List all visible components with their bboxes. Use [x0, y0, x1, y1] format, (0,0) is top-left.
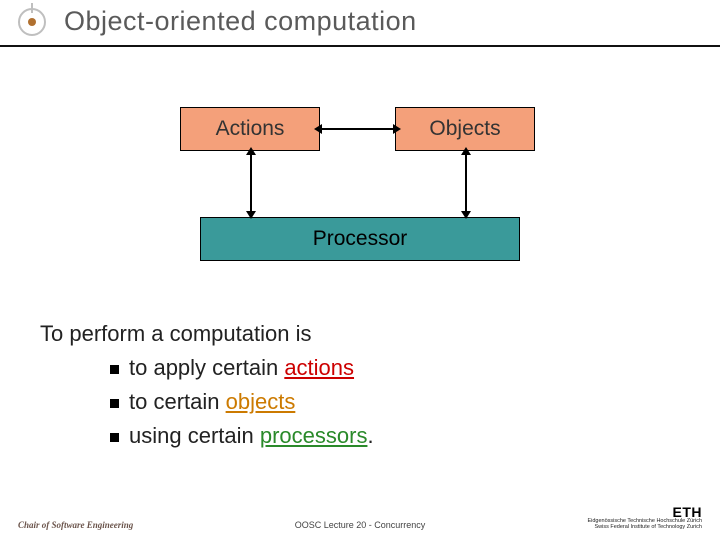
- keyword-objects: objects: [226, 389, 296, 414]
- page-title: Object-oriented computation: [64, 6, 417, 37]
- header: Object-oriented computation: [0, 0, 720, 37]
- bullet-suffix: .: [367, 423, 373, 448]
- square-bullet-icon: [110, 365, 119, 374]
- connector: [320, 128, 395, 130]
- arrowhead-icon: [461, 211, 471, 219]
- square-bullet-icon: [110, 433, 119, 442]
- eth-subline: Swiss Federal Institute of Technology Zu…: [587, 525, 702, 531]
- keyword-actions: actions: [284, 355, 354, 380]
- body-text: To perform a computation is to apply cer…: [40, 317, 720, 453]
- box-actions: Actions: [180, 107, 320, 151]
- footer-logo: ETH Eidgenössische Technische Hochschule…: [587, 505, 702, 530]
- arrowhead-icon: [393, 124, 401, 134]
- footer: Chair of Software Engineering OOSC Lectu…: [0, 505, 720, 530]
- arrowhead-icon: [246, 147, 256, 155]
- footer-left: Chair of Software Engineering: [18, 520, 133, 530]
- square-bullet-icon: [110, 399, 119, 408]
- bullet-line: to certain objects: [110, 385, 720, 419]
- divider: [0, 45, 720, 47]
- slide: Object-oriented computation Actions Obje…: [0, 0, 720, 540]
- compass-icon: [18, 8, 46, 36]
- arrowhead-icon: [461, 147, 471, 155]
- bullet-prefix: to certain: [129, 389, 226, 414]
- box-processor: Processor: [200, 217, 520, 261]
- box-objects: Objects: [395, 107, 535, 151]
- arrowhead-icon: [246, 211, 256, 219]
- bullet-prefix: to apply certain: [129, 355, 284, 380]
- lead-line: To perform a computation is: [40, 317, 720, 351]
- footer-center: OOSC Lecture 20 - Concurrency: [295, 520, 426, 530]
- connector: [465, 151, 467, 217]
- bullet-line: to apply certain actions: [110, 351, 720, 385]
- connector: [250, 151, 252, 217]
- diagram: Actions Objects Processor: [150, 107, 570, 277]
- bullet-prefix: using certain: [129, 423, 260, 448]
- eth-logo-text: ETH: [587, 505, 702, 519]
- keyword-processors: processors: [260, 423, 368, 448]
- arrowhead-icon: [314, 124, 322, 134]
- bullet-line: using certain processors.: [110, 419, 720, 453]
